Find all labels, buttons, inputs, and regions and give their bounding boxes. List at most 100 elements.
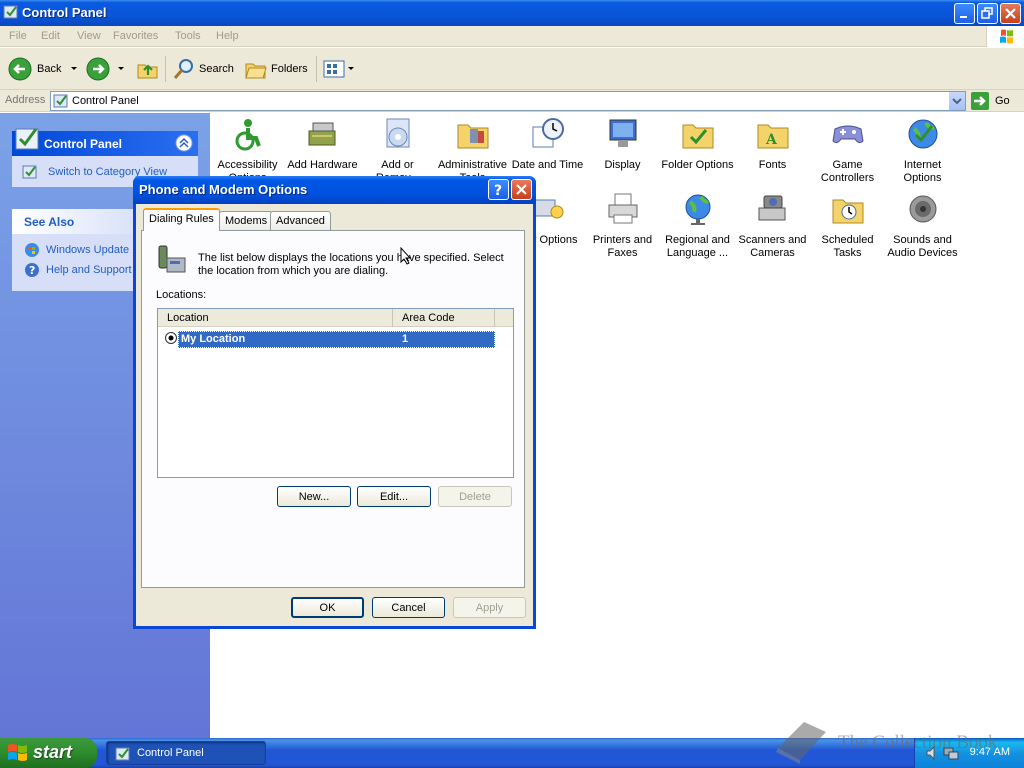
go-label: Go	[995, 95, 1010, 107]
menu-view[interactable]: View	[77, 30, 101, 42]
printers-icon	[608, 193, 637, 224]
cp-item-display[interactable]: Display	[585, 117, 660, 172]
cp-item-fonts[interactable]: A Fonts	[735, 117, 810, 172]
delete-location-button[interactable]: Delete	[438, 486, 512, 507]
control-panel-icon	[53, 94, 68, 108]
folders-label: Folders	[271, 63, 308, 75]
cp-item-regional[interactable]: Regional and Language ...	[660, 192, 735, 260]
locations-list-header: Location Area Code	[158, 309, 513, 327]
up-folder-button[interactable]	[136, 56, 160, 82]
edit-location-button[interactable]: Edit...	[357, 486, 431, 507]
new-location-button[interactable]: New...	[277, 486, 351, 507]
svg-text:A: A	[765, 132, 778, 148]
cp-item-label: Fonts	[758, 159, 787, 171]
dialog-close-button[interactable]	[511, 179, 532, 200]
forward-button[interactable]	[86, 56, 128, 82]
menu-favorites[interactable]: Favorites	[113, 30, 158, 42]
address-dropdown-button[interactable]	[948, 92, 965, 110]
cp-item-label: Folder Options	[661, 159, 734, 171]
cp-item-add-hardware[interactable]: Add Hardware	[285, 117, 360, 172]
back-button[interactable]: Back	[8, 56, 81, 82]
forward-arrow-icon	[86, 57, 110, 81]
start-label: start	[33, 742, 73, 762]
location-radio-icon	[165, 332, 177, 344]
forward-dropdown-icon[interactable]	[114, 64, 128, 74]
cp-item-label: Printers and Faxes	[592, 234, 653, 259]
menu-file[interactable]: File	[9, 30, 27, 42]
tab-advanced[interactable]: Advanced	[270, 211, 331, 231]
cp-item-date-time[interactable]: Date and Time	[510, 117, 585, 172]
column-location[interactable]: Location	[158, 309, 393, 327]
taskbar-item-label: Control Panel	[137, 747, 204, 759]
cp-item-scanners[interactable]: Scanners and Cameras	[735, 192, 810, 260]
windows-update-icon	[25, 243, 39, 257]
switch-view-icon	[22, 165, 37, 179]
cp-item-add-remove[interactable]: Add or Remov...	[360, 117, 435, 185]
regional-icon	[685, 194, 710, 225]
cp-item-label: Display	[604, 159, 641, 171]
control-panel-box-header[interactable]: Control Panel	[12, 128, 198, 156]
close-button[interactable]	[1000, 3, 1021, 24]
dialog-titlebar[interactable]: Phone and Modem Options ?	[133, 176, 536, 204]
cp-item-admin-tools[interactable]: Administrative Tools	[435, 117, 510, 185]
menu-bar: File Edit View Favorites Tools Help	[0, 26, 1024, 47]
minimize-button[interactable]	[954, 3, 975, 24]
menu-edit[interactable]: Edit	[41, 30, 60, 42]
cp-item-printers[interactable]: Printers and Faxes	[585, 192, 660, 260]
locations-list[interactable]: Location Area Code My Location 1	[157, 308, 514, 478]
scanners-icon	[758, 195, 785, 221]
ok-button[interactable]: OK	[291, 597, 364, 618]
svg-text:?: ?	[29, 264, 35, 277]
collapse-icon[interactable]	[175, 134, 193, 152]
cp-item-sounds[interactable]: Sounds and Audio Devices	[885, 192, 960, 260]
admin-tools-icon	[457, 124, 488, 149]
window-title: Control Panel	[22, 5, 107, 20]
help-support-label: Help and Support	[46, 264, 132, 276]
address-input[interactable]: Control Panel	[50, 91, 966, 111]
cp-item-scheduled-tasks[interactable]: Scheduled Tasks	[810, 192, 885, 260]
menu-help[interactable]: Help	[216, 30, 239, 42]
up-folder-icon	[137, 64, 158, 79]
start-button[interactable]: start	[0, 738, 97, 768]
system-tray: 9:47 AM	[914, 738, 1024, 768]
cp-item-label: Add Hardware	[287, 159, 358, 171]
location-name: My Location	[181, 333, 246, 345]
tab-dialing-rules[interactable]: Dialing Rules	[143, 208, 220, 231]
phone-icon	[158, 245, 186, 273]
views-dropdown-icon	[348, 67, 354, 70]
back-dropdown-icon[interactable]	[67, 64, 81, 74]
search-button[interactable]: Search	[172, 56, 234, 82]
add-remove-icon	[386, 118, 409, 148]
menu-tools[interactable]: Tools	[175, 30, 201, 42]
cp-item-label: Internet Options	[903, 159, 942, 184]
table-row[interactable]: My Location 1	[178, 331, 495, 348]
apply-button[interactable]: Apply	[453, 597, 526, 618]
views-button[interactable]	[322, 56, 356, 82]
folders-button[interactable]: Folders	[244, 56, 308, 82]
tab-modems[interactable]: Modems	[219, 211, 274, 231]
clock[interactable]: 9:47 AM	[970, 746, 1010, 758]
restore-button[interactable]	[977, 3, 998, 24]
cp-item-game-controllers[interactable]: Game Controllers	[810, 117, 885, 185]
cancel-button[interactable]: Cancel	[372, 597, 445, 618]
volume-icon[interactable]	[925, 745, 941, 761]
toolbar-separator	[165, 56, 166, 82]
cp-item-accessibility[interactable]: Accessibility Options	[210, 117, 285, 185]
taskbar-item-control-panel[interactable]: Control Panel	[106, 741, 266, 765]
fonts-icon: A	[757, 124, 788, 149]
cp-item-folder-options[interactable]: Folder Options	[660, 117, 735, 172]
control-panel-icon	[3, 5, 18, 19]
network-icon[interactable]	[943, 745, 959, 761]
go-button[interactable]: Go	[970, 91, 1010, 111]
cp-item-internet-options[interactable]: Internet Options	[885, 117, 960, 185]
close-icon	[1005, 8, 1016, 19]
column-area-code[interactable]: Area Code	[393, 309, 495, 327]
control-panel-icon	[115, 747, 130, 761]
windows-update-label: Windows Update	[46, 244, 130, 256]
toolbar-separator	[316, 56, 317, 82]
cp-item-label: Scanners and Cameras	[738, 234, 807, 259]
display-icon	[609, 119, 636, 147]
internet-options-icon	[908, 119, 937, 149]
cp-item-label: Game Controllers	[820, 159, 875, 184]
dialog-help-button[interactable]: ?	[488, 179, 509, 200]
